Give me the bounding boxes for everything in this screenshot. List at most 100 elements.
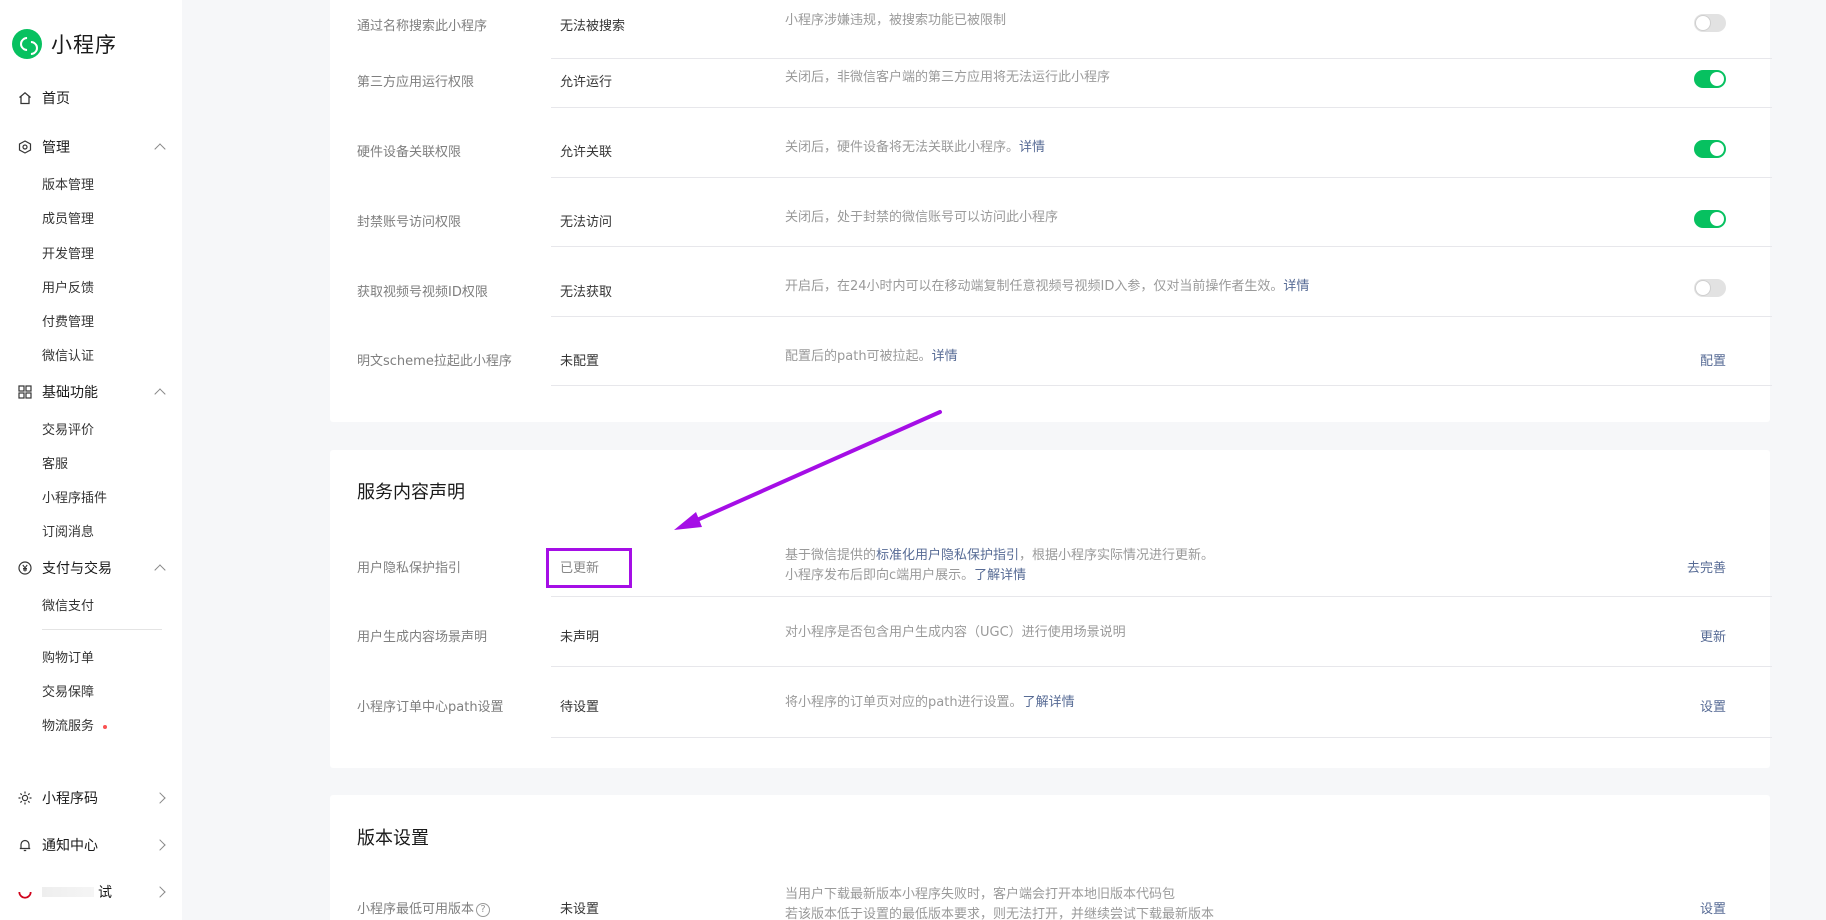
toggle-switch[interactable] xyxy=(1694,140,1726,158)
service-row-ugc: 用户生成内容场景声明 未声明 对小程序是否包含用户生成内容（UGC）进行使用场景… xyxy=(357,625,1772,686)
standard-privacy-guide-link[interactable]: 标准化用户隐私保护指引 xyxy=(876,548,1019,563)
perm-row-third-party: 第三方应用运行权限 允许运行 关闭后，非微信客户端的第三方应用将无法运行此小程序 xyxy=(357,69,1772,138)
row-desc: 配置后的path可被拉起。详情 xyxy=(785,347,958,367)
row-label-text: 小程序最低可用版本 xyxy=(357,902,475,917)
sidebar-item-logistics-label: 物流服务 xyxy=(42,719,95,734)
row-desc: 关闭后，处于封禁的微信账号可以访问此小程序 xyxy=(785,210,1059,225)
row-value: 无法被搜索 xyxy=(560,19,626,34)
nav-qrcode[interactable]: 小程序码 xyxy=(18,788,168,808)
sidebar-item-version[interactable]: 版本管理 xyxy=(42,174,94,193)
nav-home[interactable]: 首页 xyxy=(18,88,70,108)
settings-hex-icon xyxy=(18,140,32,154)
avatar xyxy=(18,885,32,899)
version-row-min: 小程序最低可用版本? 未设置 当用户下载最新版本小程序失败时，客户端会打开本地旧… xyxy=(357,887,1772,920)
desc-text: 基于微信提供的 xyxy=(785,548,877,563)
row-divider xyxy=(551,666,1772,667)
permissions-card: 通过名称搜索此小程序 无法被搜索 小程序涉嫌违规，被搜索功能已被限制 第三方应用… xyxy=(330,0,1772,422)
row-divider xyxy=(551,737,1772,738)
mini-program-logo-icon xyxy=(12,29,42,59)
sidebar-item-wechat-verify[interactable]: 微信认证 xyxy=(42,345,94,364)
toggle-switch[interactable] xyxy=(1694,279,1726,297)
service-row-order-path: 小程序订单中心path设置 待设置 将小程序的订单页对应的path进行设置。了解… xyxy=(357,693,1772,756)
sidebar-item-feedback[interactable]: 用户反馈 xyxy=(42,277,94,296)
learn-more-link[interactable]: 了解详情 xyxy=(1023,695,1075,710)
service-declaration-card: 服务内容声明 用户隐私保护指引 已更新 基于微信提供的标准化用户隐私保护指引，根… xyxy=(330,450,1772,768)
row-desc: 将小程序的订单页对应的path进行设置。了解详情 xyxy=(785,693,1075,713)
toggle-switch[interactable] xyxy=(1694,210,1726,228)
chevron-right-icon xyxy=(154,792,166,804)
nav-pay[interactable]: 支付与交易 xyxy=(18,558,168,578)
toggle-switch[interactable] xyxy=(1694,14,1726,32)
row-divider xyxy=(551,385,1772,386)
row-desc-line-1: 基于微信提供的标准化用户隐私保护指引，根据小程序实际情况进行更新。 xyxy=(785,546,1214,566)
sidebar-item-plugins[interactable]: 小程序插件 xyxy=(42,487,107,506)
row-value: 待设置 xyxy=(560,700,600,715)
details-link[interactable]: 详情 xyxy=(1283,279,1309,294)
details-link[interactable]: 详情 xyxy=(932,349,958,364)
row-value: 无法获取 xyxy=(560,285,613,300)
sidebar-item-logistics[interactable]: 物流服务 xyxy=(42,715,108,734)
learn-more-link[interactable]: 了解详情 xyxy=(974,568,1026,583)
sidebar-item-payment-manage[interactable]: 付费管理 xyxy=(42,311,94,330)
chevron-right-icon xyxy=(154,839,166,851)
nav-home-label: 首页 xyxy=(42,91,70,107)
row-divider xyxy=(551,596,1772,597)
perm-row-search: 通过名称搜索此小程序 无法被搜索 小程序涉嫌违规，被搜索功能已被限制 xyxy=(357,0,1772,69)
sidebar: 小程序 首页 管理 版本管理 成员管理 开发管理 用户反馈 付费管理 微信认证 … xyxy=(0,0,182,920)
row-value: 未声明 xyxy=(560,630,600,645)
row-label: 封禁账号访问权限 xyxy=(357,215,462,230)
sidebar-item-members[interactable]: 成员管理 xyxy=(42,208,94,227)
nav-notifications[interactable]: 通知中心 xyxy=(18,835,168,855)
home-icon xyxy=(18,91,32,105)
set-button[interactable]: 设置 xyxy=(1700,696,1726,715)
sidebar-item-subscriptions[interactable]: 订阅消息 xyxy=(42,521,94,540)
sidebar-item-customer-service[interactable]: 客服 xyxy=(42,453,68,472)
update-button[interactable]: 更新 xyxy=(1700,626,1726,645)
nav-basic-label: 基础功能 xyxy=(42,385,98,401)
app-logo[interactable]: 小程序 xyxy=(12,29,117,59)
sidebar-item-trade-guarantee[interactable]: 交易保障 xyxy=(42,681,94,700)
sidebar-item-shopping-orders[interactable]: 购物订单 xyxy=(42,647,94,666)
nav-basic[interactable]: 基础功能 xyxy=(18,382,168,402)
sidebar-item-reviews[interactable]: 交易评价 xyxy=(42,419,94,438)
set-min-version-button[interactable]: 设置 xyxy=(1700,898,1726,917)
version-section-title: 版本设置 xyxy=(357,828,429,849)
chevron-up-icon xyxy=(154,388,166,400)
yen-circle-icon xyxy=(18,561,32,575)
toggle-switch[interactable] xyxy=(1694,70,1726,88)
nav-manage[interactable]: 管理 xyxy=(18,137,168,157)
chevron-right-icon xyxy=(154,886,166,898)
toggle-knob xyxy=(1710,212,1724,226)
perm-row-scheme: 明文scheme拉起此小程序 未配置 配置后的path可被拉起。详情 配置 xyxy=(357,347,1772,416)
sun-icon xyxy=(18,791,32,805)
annotation-highlight-box xyxy=(546,548,632,588)
row-desc: 基于微信提供的标准化用户隐私保护指引，根据小程序实际情况进行更新。 小程序发布后… xyxy=(785,546,1214,586)
details-link[interactable]: 详情 xyxy=(1019,140,1045,155)
red-dot-badge xyxy=(103,724,108,729)
row-desc-line-2: 若该版本低于设置的最低版本要求，则无法打开，并继续尝试下载最新版本 xyxy=(785,907,1215,920)
help-icon[interactable]: ? xyxy=(476,902,491,917)
row-desc: 关闭后，非微信客户端的第三方应用将无法运行此小程序 xyxy=(785,70,1111,85)
toggle-knob xyxy=(1696,16,1710,30)
desc-text: 小程序发布后即向c端用户展示。 xyxy=(785,568,975,583)
row-desc-line-1: 当用户下载最新版本小程序失败时，客户端会打开本地旧版本代码包 xyxy=(785,887,1176,902)
row-desc-line-2: 小程序发布后即向c端用户展示。了解详情 xyxy=(785,566,1214,586)
row-label: 用户隐私保护指引 xyxy=(357,561,462,576)
row-label: 通过名称搜索此小程序 xyxy=(357,19,488,34)
row-desc-text: 开启后，在24小时内可以在移动端复制任意视频号视频ID入参，仅对当前操作者生效。 xyxy=(785,279,1284,294)
perm-row-banned-accounts: 封禁账号访问权限 无法访问 关闭后，处于封禁的微信账号可以访问此小程序 xyxy=(357,208,1772,277)
row-value: 允许运行 xyxy=(560,75,613,90)
nav-account[interactable]: 试 xyxy=(18,882,168,902)
bell-icon xyxy=(18,838,32,852)
row-desc: 开启后，在24小时内可以在移动端复制任意视频号视频ID入参，仅对当前操作者生效。… xyxy=(785,277,1309,297)
sidebar-item-wechat-pay[interactable]: 微信支付 xyxy=(42,595,94,614)
nav-account-label: 试 xyxy=(98,885,112,901)
row-divider xyxy=(551,246,1772,247)
sidebar-item-development[interactable]: 开发管理 xyxy=(42,243,94,262)
nav-manage-label: 管理 xyxy=(42,140,70,156)
complete-button[interactable]: 去完善 xyxy=(1687,557,1726,576)
row-desc: 关闭后，硬件设备将无法关联此小程序。详情 xyxy=(785,138,1045,158)
configure-button[interactable]: 配置 xyxy=(1700,350,1726,369)
row-label: 用户生成内容场景声明 xyxy=(357,630,488,645)
toggle-knob xyxy=(1696,281,1710,295)
